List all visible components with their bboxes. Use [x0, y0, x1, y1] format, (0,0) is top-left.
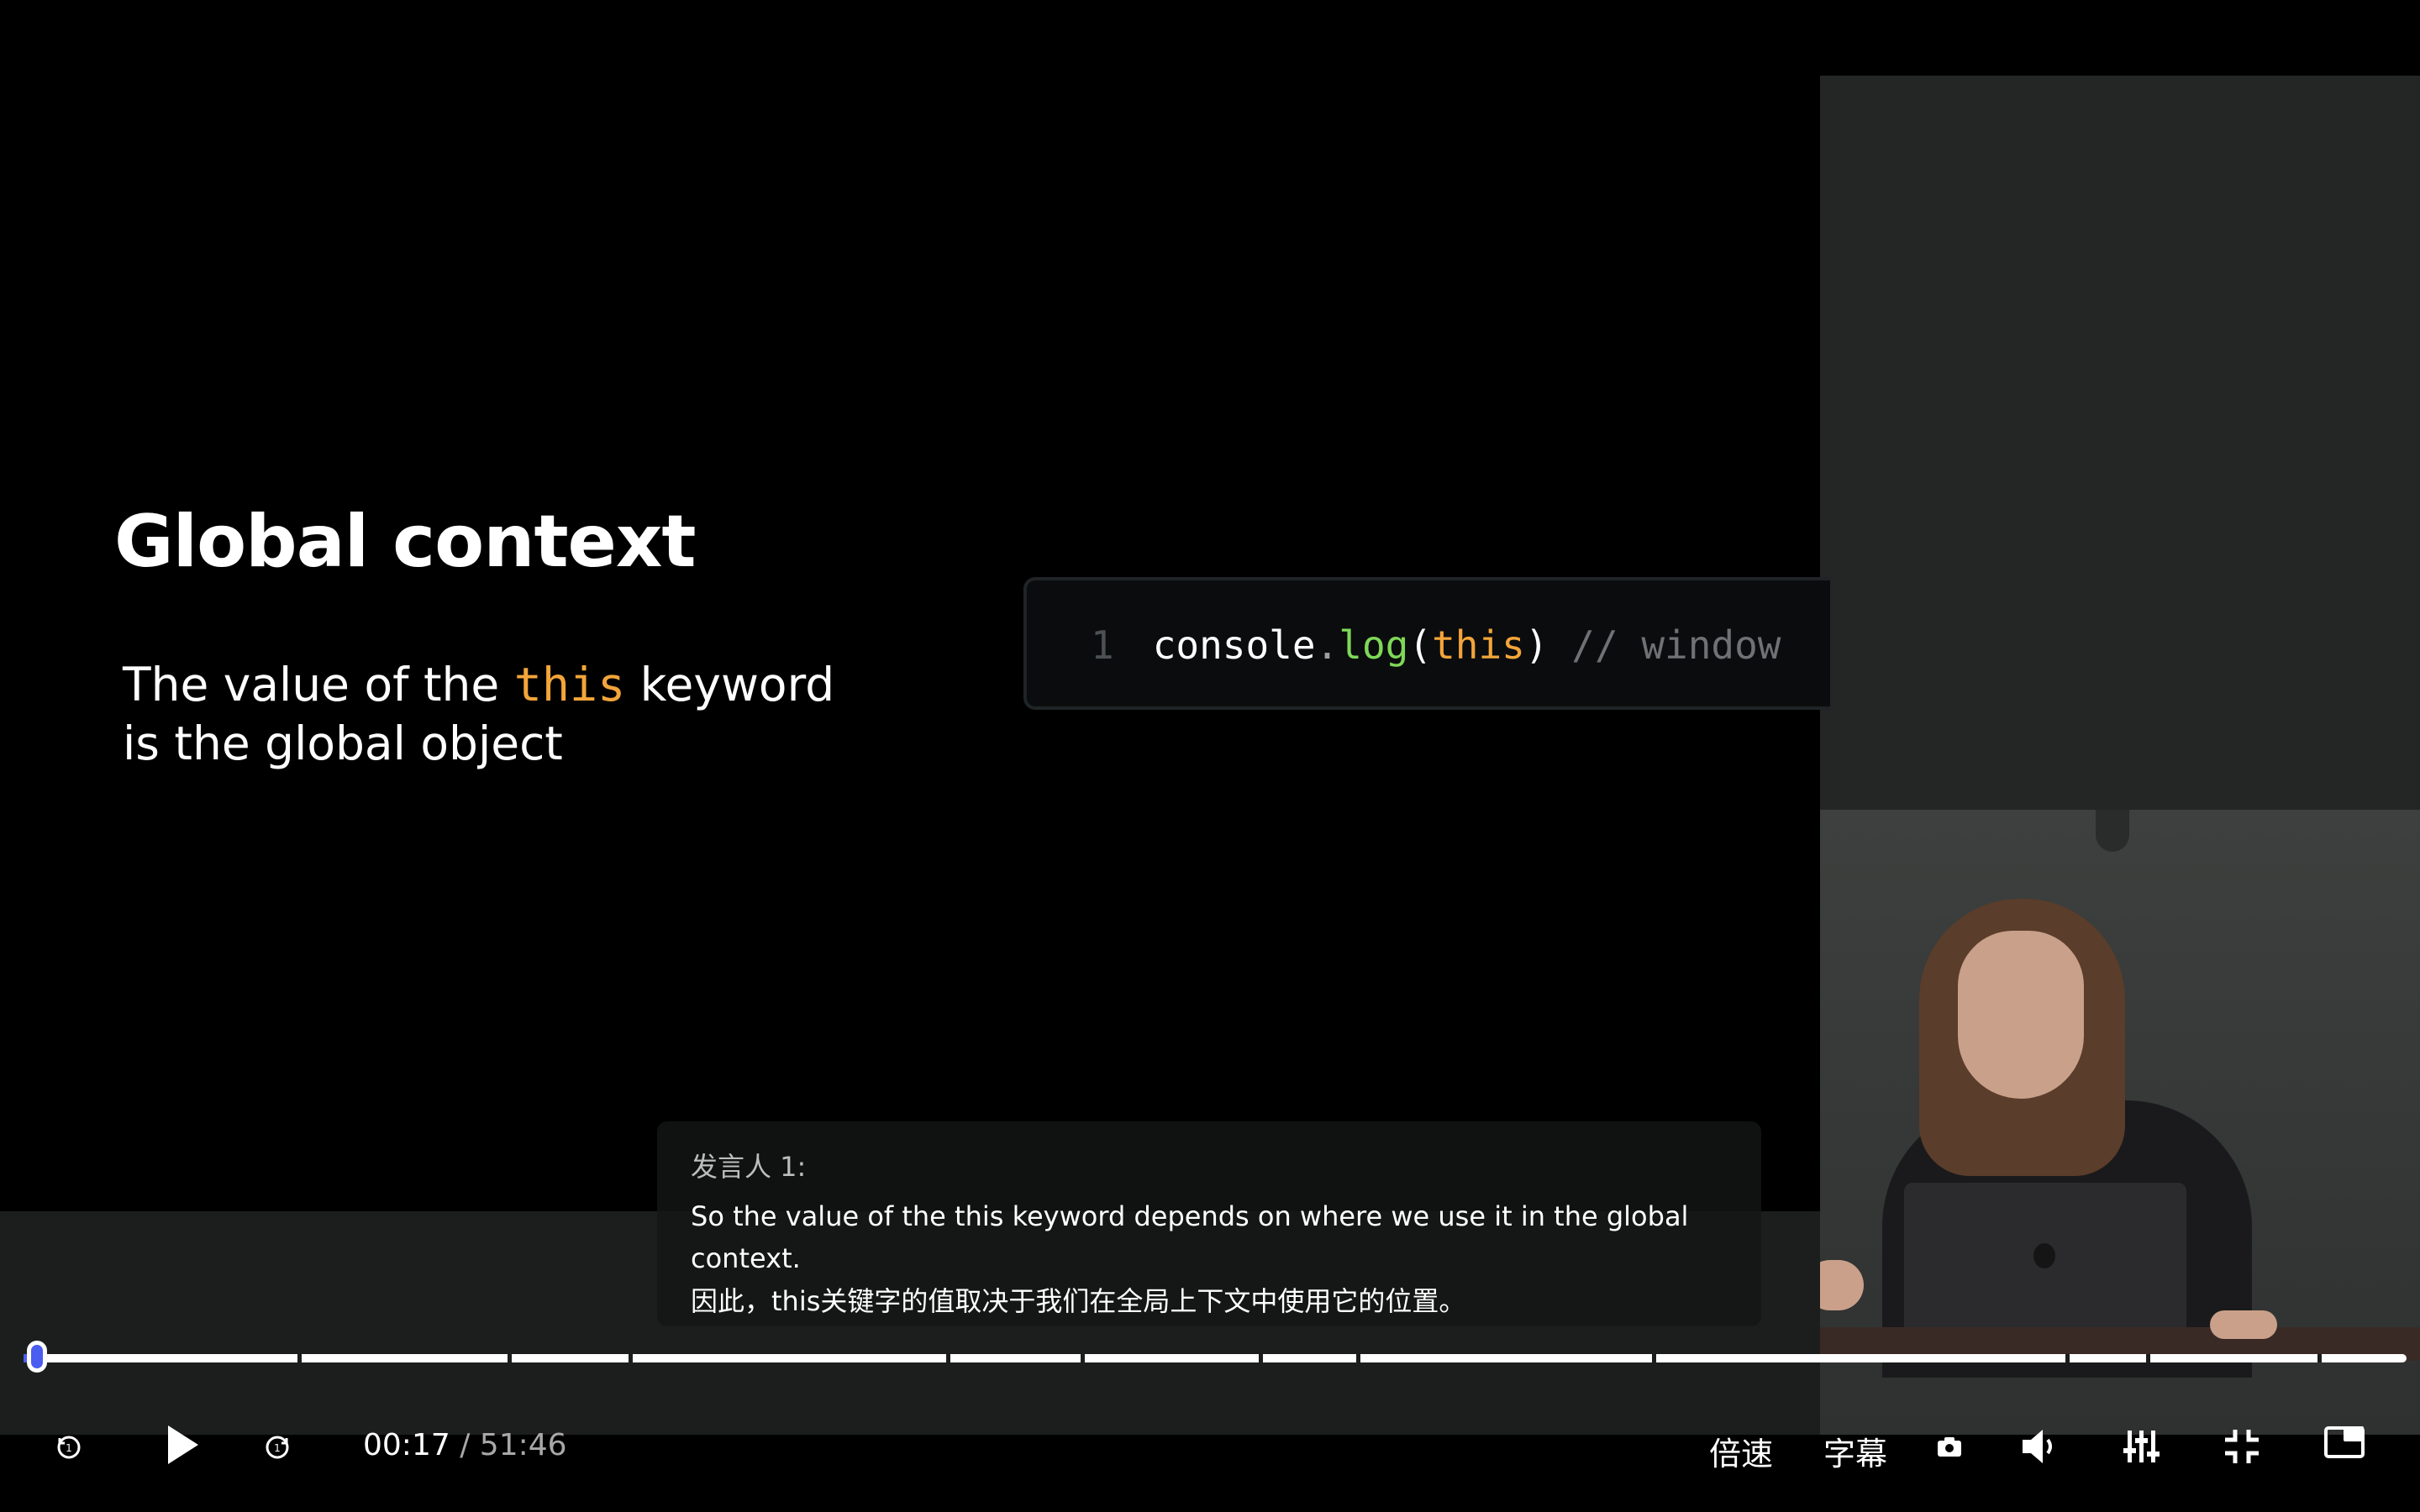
progress-track[interactable]	[24, 1354, 2407, 1362]
chapter-marker	[1259, 1354, 1263, 1362]
time-separator: /	[460, 1428, 471, 1462]
chapter-marker	[1356, 1354, 1360, 1362]
chapter-marker	[297, 1354, 302, 1362]
subtitle-chinese: 因此，this关键字的值取决于我们在全局上下文中使用它的位置。	[691, 1285, 1466, 1317]
slide-body-line2: is the global object	[123, 717, 563, 770]
code-token: .	[1315, 622, 1339, 668]
progress-bar[interactable]	[24, 1341, 2407, 1373]
slide-keyword: this	[513, 658, 626, 711]
slide-body-text: The value of the	[123, 658, 514, 711]
slide-title: Global context	[114, 500, 696, 584]
chapter-marker	[946, 1354, 950, 1362]
subtitle-english: So the value of the this keyword depends…	[691, 1200, 1689, 1274]
subtitle-box: 发言人 1: So the value of the this keyword …	[657, 1121, 1761, 1326]
chapter-marker	[629, 1354, 633, 1362]
code-token: console	[1152, 622, 1316, 668]
chapter-marker	[1081, 1354, 1085, 1362]
duration: 51:46	[479, 1428, 567, 1462]
line-number: 1	[1091, 622, 1114, 668]
speaker-hand-right	[2210, 1310, 2277, 1339]
equalizer-icon[interactable]	[2119, 1425, 2163, 1468]
current-time: 00:17	[363, 1428, 450, 1462]
picture-in-picture-icon[interactable]	[2321, 1420, 2368, 1463]
chapter-marker	[2065, 1354, 2070, 1362]
code-comment: // window	[1548, 622, 1781, 668]
camera-icon[interactable]	[1933, 1430, 1966, 1463]
slide-body: The value of the this keyword is the glo…	[123, 655, 879, 773]
chapter-marker	[508, 1354, 512, 1362]
chapter-marker	[1652, 1354, 1656, 1362]
microphone	[2096, 810, 2129, 852]
chapter-marker	[2317, 1354, 2322, 1362]
code-token: this	[1432, 622, 1525, 668]
play-icon[interactable]	[160, 1421, 207, 1468]
time-display: 00:17 / 51:46	[363, 1428, 567, 1462]
svg-text:1: 1	[66, 1442, 72, 1454]
code-token: )	[1524, 622, 1549, 668]
chapter-marker	[2146, 1354, 2150, 1362]
volume-icon[interactable]	[2017, 1425, 2064, 1468]
code-block: 1 console.log(this) // window	[1023, 577, 1830, 710]
forward-15-icon[interactable]: 1	[260, 1430, 294, 1463]
subtitle-speaker: 发言人 1:	[691, 1151, 807, 1183]
code-line: 1 console.log(this) // window	[1091, 622, 1781, 668]
progress-handle[interactable]	[26, 1341, 47, 1373]
code-token: log	[1339, 622, 1409, 668]
slide-body-text: keyword	[625, 658, 835, 711]
svg-text:1: 1	[274, 1442, 281, 1454]
speaker-face	[1958, 931, 2084, 1099]
rewind-15-icon[interactable]: 1	[52, 1430, 86, 1463]
speed-button[interactable]: 倍速	[1709, 1428, 1773, 1474]
exit-fullscreen-icon[interactable]	[2220, 1425, 2264, 1468]
code-token: (	[1408, 622, 1433, 668]
top-letterbox	[0, 0, 2420, 76]
subtitle-button[interactable]: 字幕	[1823, 1428, 1887, 1474]
apple-logo-icon	[2033, 1243, 2055, 1268]
camera-backdrop	[1820, 76, 2420, 810]
